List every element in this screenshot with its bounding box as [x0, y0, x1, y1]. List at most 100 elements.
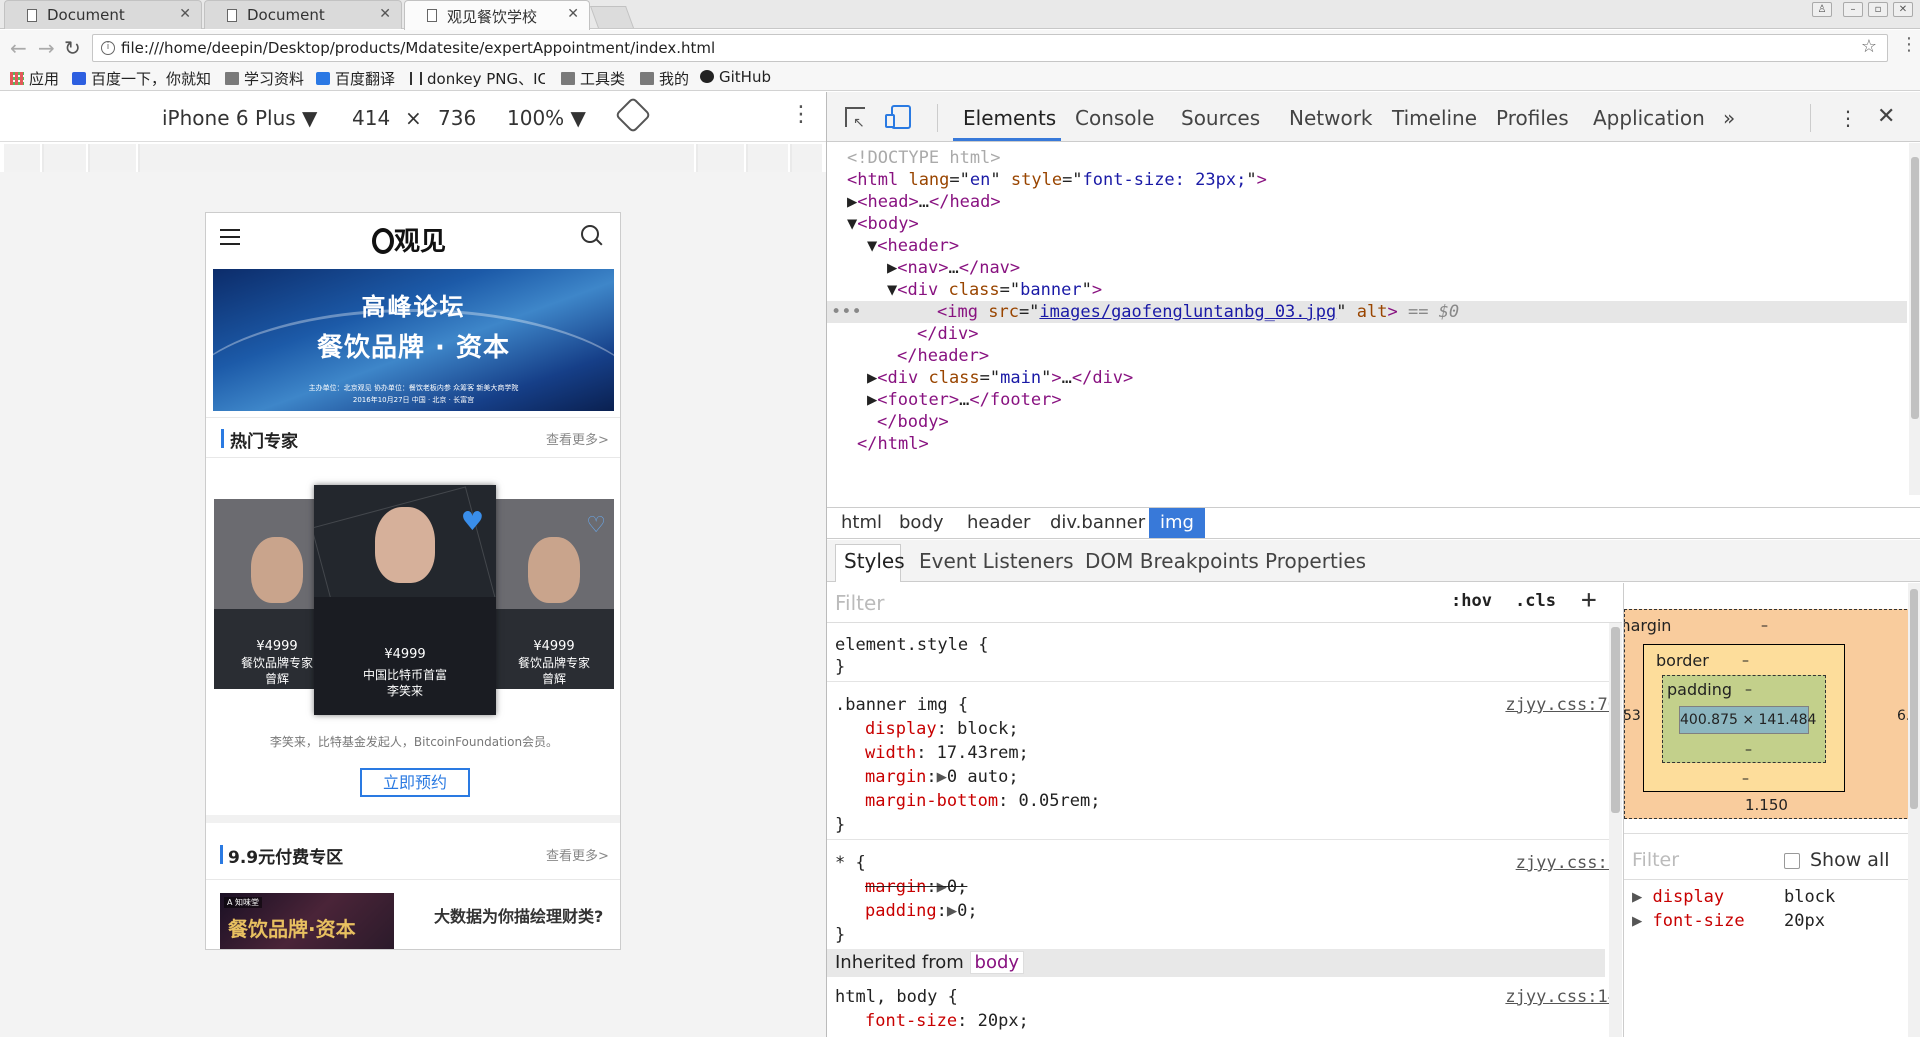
close-devtools-icon[interactable]: ✕ [1877, 104, 1895, 129]
dom-close-html[interactable]: </html> [857, 433, 929, 455]
rule-source-link[interactable]: zjyy.css:1 [1516, 853, 1618, 873]
new-tab-button[interactable] [589, 6, 635, 28]
breadcrumb-div-banner[interactable]: div.banner [1050, 512, 1145, 533]
device-select[interactable]: iPhone 6 Plus ▼ [162, 106, 317, 130]
device-height-input[interactable]: 736 [438, 106, 476, 130]
rule-selector-html-body[interactable]: html, body { [835, 987, 958, 1007]
minimize-icon[interactable]: – [1843, 2, 1863, 17]
styles-filter-input[interactable]: Filter [835, 591, 885, 615]
tab-console[interactable]: Console [1075, 106, 1154, 130]
tab-application[interactable]: Application [1593, 106, 1705, 130]
browser-tab-3[interactable]: 观见餐饮学校 ✕ [404, 0, 590, 30]
bookmark-tools[interactable]: 工具类 [561, 68, 625, 89]
tab-profiles[interactable]: Profiles [1496, 106, 1569, 130]
expert-card-featured[interactable]: ♥ ¥4999 中国比特币首富 李笑来 [314, 485, 496, 715]
close-tab-icon[interactable]: ✕ [567, 6, 579, 22]
article-thumbnail[interactable]: A 知味堂 餐饮品牌·资本 [220, 893, 394, 949]
bookmark-study[interactable]: 学习资料 [225, 68, 304, 89]
bookmark-apps[interactable]: 应用 [10, 68, 59, 89]
css-property-row[interactable]: padding:▶0; [865, 901, 978, 921]
bookmark-star-icon[interactable]: ☆ [1861, 36, 1877, 57]
address-bar[interactable]: i file:///home/deepin/Desktop/products/M… [92, 34, 1888, 62]
tab-sources[interactable]: Sources [1181, 106, 1260, 130]
favorite-heart-icon[interactable]: ♥ [461, 507, 484, 537]
window-close-icon[interactable]: ✕ [1893, 2, 1913, 17]
hover-state-toggle[interactable]: :hov [1451, 591, 1492, 611]
dom-node-head[interactable]: ▶<head>…</head> [847, 191, 1001, 213]
inherited-from-link[interactable]: body [969, 951, 1025, 974]
bookmark-translate[interactable]: 百度翻译 [316, 68, 395, 89]
device-menu-icon[interactable]: ⋮ [790, 102, 812, 127]
dom-close-header[interactable]: </header> [897, 345, 989, 367]
more-link[interactable]: 查看更多> [546, 845, 609, 864]
zoom-select[interactable]: 100% ▼ [507, 106, 586, 130]
content-box[interactable]: 400.875 × 141.484 [1679, 706, 1816, 734]
bookmark-mine[interactable]: 我的 [640, 68, 689, 89]
dom-node-div-main[interactable]: ▶<div class="main">…</div> [867, 367, 1133, 389]
ruler-segment[interactable] [90, 144, 138, 172]
dom-node-footer[interactable]: ▶<footer>…</footer> [867, 389, 1062, 411]
close-tab-icon[interactable]: ✕ [179, 6, 191, 22]
ruler-segment[interactable] [4, 144, 42, 172]
hamburger-menu-icon[interactable] [220, 229, 240, 245]
favorite-heart-icon[interactable]: ♡ [586, 513, 606, 538]
reload-icon[interactable]: ↻ [64, 36, 81, 60]
ruler-segment[interactable] [698, 144, 746, 172]
css-property-row[interactable]: width: 17.43rem; [865, 743, 1029, 763]
dom-node-body[interactable]: ▼<body> [847, 213, 919, 235]
rule-source-link[interactable]: zjyy.css:70 [1505, 695, 1618, 715]
close-tab-icon[interactable]: ✕ [379, 6, 391, 22]
dom-close-body[interactable]: </body> [877, 411, 949, 433]
dom-scrollbar[interactable] [1909, 143, 1920, 495]
bookmark-donkey[interactable]: donkey PNG、IC [410, 68, 545, 89]
banner-image[interactable]: 高峰论坛 餐饮品牌 · 资本 主办单位：北京观见 协办单位：餐饮老板内参 众筹客… [213, 269, 614, 411]
tab-styles[interactable]: Styles [844, 549, 905, 573]
more-link[interactable]: 查看更多> [546, 429, 609, 448]
dom-node-html[interactable]: <html lang="en" style="font-size: 23px;"… [847, 169, 1267, 191]
tab-properties[interactable]: Properties [1265, 549, 1366, 573]
dom-node-nav[interactable]: ▶<nav>…</nav> [887, 257, 1020, 279]
row-options-icon[interactable]: ••• [831, 301, 862, 323]
browser-tab-2[interactable]: Document ✕ [204, 0, 402, 29]
ruler-segment[interactable] [140, 144, 696, 172]
css-property-row-overridden[interactable]: margin:▶0; [865, 877, 967, 897]
back-arrow-icon[interactable]: ← [10, 36, 27, 60]
class-toggle[interactable]: .cls [1515, 591, 1556, 611]
menu-kebab-icon[interactable]: ⋮ [1900, 34, 1918, 55]
rule-source-link[interactable]: zjyy.css:14 [1505, 987, 1618, 1007]
styles-scrollbar[interactable] [1609, 623, 1622, 1037]
bookmark-baidu[interactable]: 百度一下，你就知 [72, 68, 212, 89]
breadcrumb-header[interactable]: header [967, 512, 1030, 533]
expert-card[interactable]: ♡ ¥4999 餐饮品牌专家 曾辉 [494, 499, 614, 689]
rule-selector-universal[interactable]: * { [835, 853, 866, 873]
dom-node-div-banner[interactable]: ▼<div class="banner"> [887, 279, 1102, 301]
breadcrumb-html[interactable]: html [841, 512, 882, 533]
styles-scrollbar-thumb[interactable] [1611, 627, 1620, 813]
ruler-segment[interactable] [748, 144, 790, 172]
new-rule-plus-icon[interactable]: + [1581, 585, 1597, 615]
book-now-button[interactable]: 立即预约 [360, 768, 470, 797]
more-tabs-icon[interactable]: » [1723, 106, 1735, 130]
device-width-input[interactable]: 414 [352, 106, 390, 130]
tab-event-listeners[interactable]: Event Listeners [919, 549, 1074, 573]
dom-scrollbar-thumb[interactable] [1911, 157, 1919, 419]
dom-doctype[interactable]: <!DOCTYPE html> [847, 147, 1001, 169]
breadcrumb-body[interactable]: body [899, 512, 944, 533]
ruler-segment[interactable] [44, 144, 88, 172]
bookmark-github[interactable]: GitHub [700, 68, 771, 86]
padding-box[interactable]: padding – – 400.875 × 141.484 [1662, 675, 1826, 763]
css-property-row[interactable]: display: block; [865, 719, 1019, 739]
tab-network[interactable]: Network [1289, 106, 1373, 130]
element-style-selector[interactable]: element.style { [835, 635, 989, 655]
computed-filter-input[interactable]: Filter [1632, 849, 1679, 871]
boxmodel-scrollbar-thumb[interactable] [1910, 589, 1918, 809]
tab-elements[interactable]: Elements [963, 106, 1056, 130]
forward-arrow-icon[interactable]: → [38, 36, 55, 60]
css-property-row[interactable]: margin-bottom: 0.05rem; [865, 791, 1100, 811]
computed-row[interactable]: ▶ font-size 20px [1632, 911, 1912, 931]
article-title[interactable]: 大数据为你描绘理财类? [434, 903, 603, 927]
boxmodel-scrollbar[interactable] [1908, 583, 1920, 1037]
dom-node-header[interactable]: ▼<header> [867, 235, 959, 257]
tab-dom-breakpoints[interactable]: DOM Breakpoints [1085, 549, 1259, 573]
ruler-segment[interactable] [792, 144, 824, 172]
